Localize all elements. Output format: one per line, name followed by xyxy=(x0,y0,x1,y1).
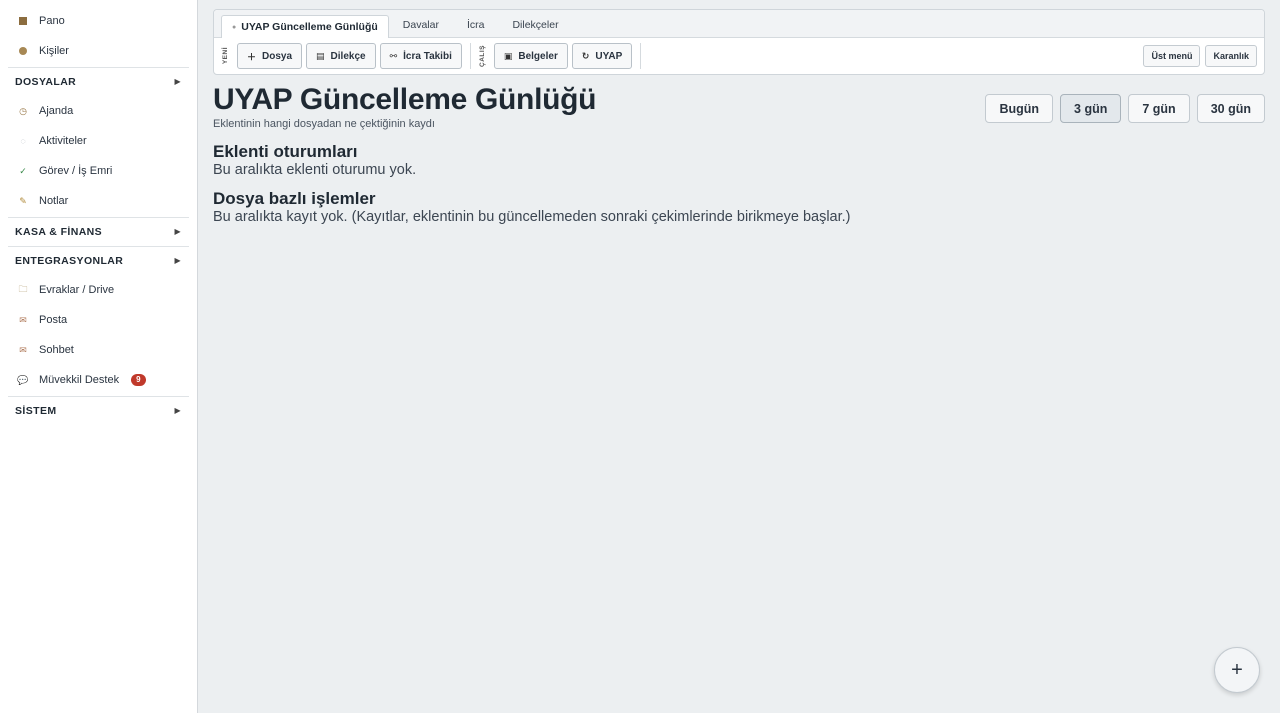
tab-icra[interactable]: İcra xyxy=(453,13,499,37)
sidebar-item-ajanda[interactable]: ◷ Ajanda xyxy=(0,96,197,126)
page-title: UYAP Güncelleme Günlüğü xyxy=(213,83,597,116)
sidebar-item-posta[interactable]: ✉ Posta xyxy=(0,305,197,335)
people-icon xyxy=(18,46,28,56)
sidebar-section-sistem[interactable]: SİSTEM ▶ xyxy=(8,396,189,424)
sidebar-item-label: Müvekkil Destek xyxy=(39,374,120,386)
sidebar-item-aktiviteler[interactable]: ◌ Aktiviteler xyxy=(0,126,197,156)
sidebar-item-label: Kişiler xyxy=(39,45,69,57)
new-dilekce-button[interactable]: ▤ Dilekçe xyxy=(306,43,376,69)
tab-uyap-log[interactable]: ● UYAP Güncelleme Günlüğü xyxy=(221,15,389,38)
section-label: SİSTEM xyxy=(15,404,57,417)
sidebar-item-notlar[interactable]: ✎ Notlar xyxy=(0,186,197,216)
tab-davalar[interactable]: Davalar xyxy=(389,13,453,37)
sidebar-item-label: Görev / İş Emri xyxy=(39,165,113,177)
document-icon: ▤ xyxy=(316,50,325,61)
tab-bar: ● UYAP Güncelleme Günlüğü Davalar İcra D… xyxy=(214,10,1264,38)
toolbar-divider xyxy=(469,43,471,69)
tab-label: Davalar xyxy=(402,19,439,31)
dashboard-icon xyxy=(18,16,28,26)
sidebar-section-kasa[interactable]: KASA & FİNANS ▶ xyxy=(8,217,189,245)
tab-label: UYAP Güncelleme Günlüğü xyxy=(241,21,378,33)
support-icon: 💬 xyxy=(17,374,29,385)
sidebar-item-label: Pano xyxy=(39,15,65,27)
toolbar-divider xyxy=(640,43,642,69)
sidebar-item-label: Notlar xyxy=(39,195,69,207)
range-30-days-button[interactable]: 30 gün xyxy=(1196,94,1265,123)
dark-mode-button[interactable]: Karanlık xyxy=(1205,45,1257,67)
section-label: ENTEGRASYONLAR xyxy=(15,254,124,267)
section-label: KASA & FİNANS xyxy=(15,225,103,238)
range-7-days-button[interactable]: 7 gün xyxy=(1128,94,1190,123)
sidebar-item-pano[interactable]: Pano xyxy=(0,6,197,36)
operations-empty-text: Bu aralıkta kayıt yok. (Kayıtlar, eklent… xyxy=(213,209,851,225)
refresh-icon: ↻ xyxy=(581,50,590,61)
folder-icon: ▣ xyxy=(503,50,513,61)
notification-badge: 9 xyxy=(131,374,146,386)
pencil-icon: ✎ xyxy=(19,195,27,206)
plus-icon: + xyxy=(1231,658,1243,681)
sidebar-item-evraklar[interactable]: 🗀 Evraklar / Drive xyxy=(0,275,197,305)
section-label: DOSYALAR xyxy=(15,75,77,88)
sessions-empty-text: Bu aralıkta eklenti oturumu yok. xyxy=(213,162,417,178)
button-label: UYAP xyxy=(595,50,623,62)
chevron-right-icon: ▶ xyxy=(174,77,181,86)
sidebar-item-label: Posta xyxy=(39,314,68,326)
sidebar: Pano Kişiler DOSYALAR ▶ ◷ Ajanda ◌ Aktiv… xyxy=(0,0,198,713)
sessions-title: Eklenti oturumları xyxy=(213,142,358,161)
new-icra-takibi-button[interactable]: ⚯ İcra Takibi xyxy=(379,43,462,69)
chevron-right-icon: ▶ xyxy=(174,406,181,415)
sidebar-item-sohbet[interactable]: ✉ Sohbet xyxy=(0,335,197,365)
clock-icon: ◷ xyxy=(19,105,27,116)
uyap-button[interactable]: ↻ UYAP xyxy=(571,43,633,69)
sidebar-section-entegrasyonlar[interactable]: ENTEGRASYONLAR ▶ xyxy=(8,246,189,274)
tab-label: İcra xyxy=(466,19,485,31)
belgeler-button[interactable]: ▣ Belgeler xyxy=(493,43,568,69)
add-fab-button[interactable]: + xyxy=(1214,647,1260,693)
tab-label: Dilekçeler xyxy=(512,19,559,31)
button-label: Belgeler xyxy=(518,50,558,62)
group-label-new: YENİ xyxy=(222,47,229,65)
button-label: Dosya xyxy=(262,50,293,62)
new-dosya-button[interactable]: ＋ Dosya xyxy=(237,43,303,69)
plus-icon: ＋ xyxy=(247,51,257,62)
pin-icon: ● xyxy=(232,23,237,31)
sidebar-item-label: Evraklar / Drive xyxy=(39,284,115,296)
sidebar-item-muvekkil-destek[interactable]: 💬 Müvekkil Destek 9 xyxy=(0,365,197,395)
mail-icon: ✉ xyxy=(19,314,27,325)
sidebar-item-gorev[interactable]: ✓ Görev / İş Emri xyxy=(0,156,197,186)
toolbar-panel: ● UYAP Güncelleme Günlüğü Davalar İcra D… xyxy=(213,9,1265,75)
tab-dilekceler[interactable]: Dilekçeler xyxy=(498,13,572,37)
binoculars-icon: ⚯ xyxy=(389,50,398,61)
range-today-button[interactable]: Bugün xyxy=(985,94,1054,123)
sidebar-section-dosyalar[interactable]: DOSYALAR ▶ xyxy=(8,67,189,95)
date-range-selector: Bugün 3 gün 7 gün 30 gün xyxy=(978,94,1265,123)
range-3-days-button[interactable]: 3 gün xyxy=(1060,94,1122,123)
page-subtitle: Eklentinin hangi dosyadan ne çektiğinin … xyxy=(213,118,435,130)
sidebar-item-label: Aktiviteler xyxy=(39,135,87,147)
check-icon: ✓ xyxy=(19,165,27,176)
chevron-right-icon: ▶ xyxy=(174,227,181,236)
button-label: Dilekçe xyxy=(330,50,366,62)
group-label-work: ÇALIŞ xyxy=(478,45,486,67)
toolbar: YENİ ＋ Dosya ▤ Dilekçe ⚯ İcra Takibi ÇAL… xyxy=(214,38,1264,74)
sidebar-item-label: Sohbet xyxy=(39,344,74,356)
chat-icon: ✉ xyxy=(19,344,27,355)
sidebar-item-label: Ajanda xyxy=(39,105,74,117)
toolbar-right: Üst menü Karanlık xyxy=(1138,45,1264,67)
chevron-right-icon: ▶ xyxy=(174,256,181,265)
button-label: İcra Takibi xyxy=(403,50,452,62)
sidebar-item-kisiler[interactable]: Kişiler xyxy=(0,36,197,66)
top-menu-button[interactable]: Üst menü xyxy=(1143,45,1201,67)
activity-icon: ◌ xyxy=(20,136,26,146)
operations-title: Dosya bazlı işlemler xyxy=(213,189,376,208)
folder-icon: 🗀 xyxy=(18,284,28,294)
